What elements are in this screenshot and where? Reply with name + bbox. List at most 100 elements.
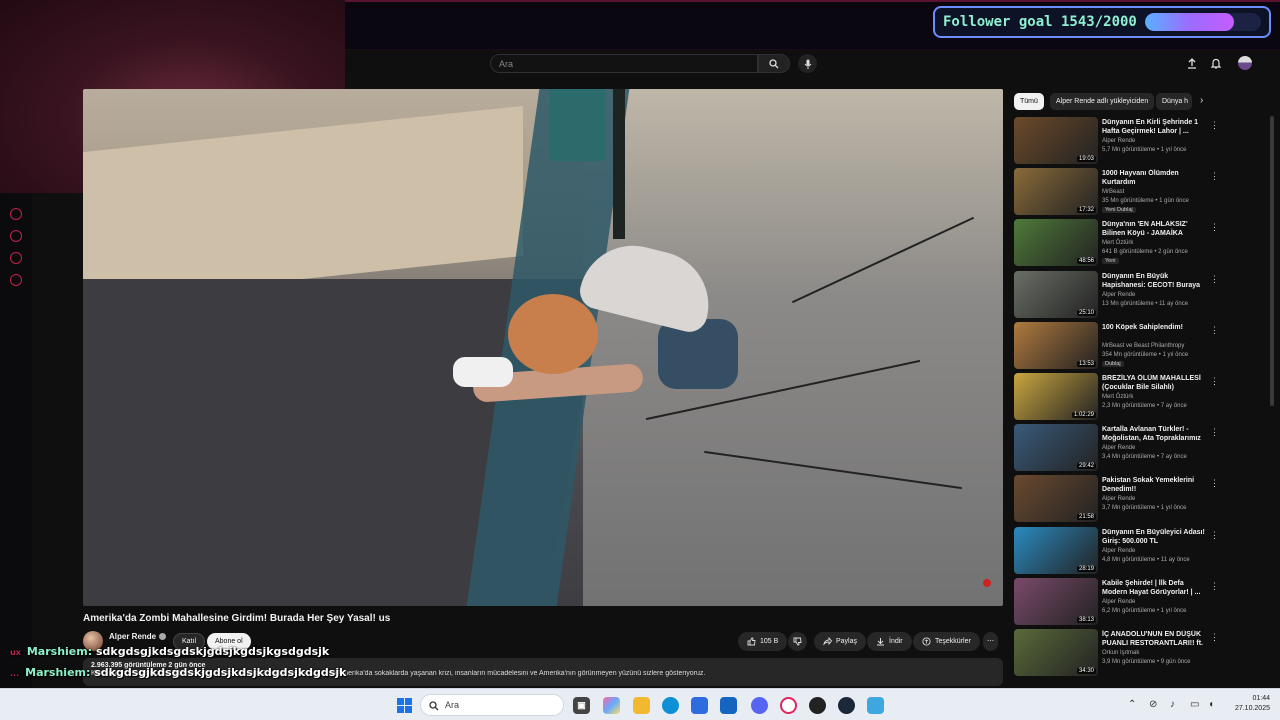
outlook-icon[interactable]	[720, 697, 737, 714]
discord-icon[interactable]	[751, 697, 768, 714]
recommendation-title[interactable]: 1000 Hayvanı Ölümden Kurtardım	[1102, 169, 1206, 187]
opera-icon[interactable]	[780, 697, 797, 714]
recommendation-channel[interactable]: Alper Rende	[1102, 138, 1135, 144]
video-thumbnail[interactable]: 17:32	[1014, 168, 1098, 216]
video-thumbnail[interactable]: 21:58	[1014, 475, 1098, 523]
recommendation-title[interactable]: Pakistan Sokak Yemeklerini Denedim!!	[1102, 476, 1206, 494]
display-icon[interactable]: ▭	[1190, 699, 1199, 710]
more-vert-icon[interactable]: ⋮	[1210, 274, 1219, 285]
recommendation-item[interactable]: 29:42 Kartalla Avlanan Türkler! - Moğolis…	[1014, 423, 1220, 474]
recommendation-title[interactable]: Dünyanın En Büyük Hapishanesi: CECOT! Bu…	[1102, 272, 1206, 290]
like-count: 105 B	[760, 638, 779, 645]
settings-icon[interactable]	[10, 274, 22, 286]
history-icon[interactable]	[10, 230, 22, 242]
file-explorer-icon[interactable]	[633, 697, 650, 714]
recommendation-item[interactable]: 1:02:29 BREZİLYA ÖLÜM MAHALLESİ (Çocuklar…	[1014, 372, 1220, 423]
recommendation-channel[interactable]: MrBeast ve Beast Philanthropy	[1102, 343, 1184, 349]
more-vert-icon[interactable]: ⋮	[1210, 581, 1219, 592]
more-vert-icon[interactable]: ⋮	[1210, 120, 1219, 131]
store-icon[interactable]	[691, 697, 708, 714]
network-off-icon[interactable]: ⊘	[1149, 699, 1157, 710]
video-player[interactable]	[83, 89, 1003, 606]
volume-icon[interactable]: ◖	[1208, 699, 1214, 710]
recommendation-channel[interactable]: Alper Rende	[1102, 292, 1135, 298]
more-actions-button[interactable]: ⋯	[983, 632, 998, 651]
steam-icon[interactable]	[838, 697, 855, 714]
recommendation-item[interactable]: 28:19 Dünyanın En Büyüleyici Adası! Giriş…	[1014, 526, 1220, 577]
download-button[interactable]: İndir	[867, 632, 912, 651]
video-thumbnail[interactable]: 1:02:29	[1014, 372, 1098, 420]
chevron-right-icon[interactable]: ›	[1200, 95, 1203, 106]
recommendation-item[interactable]: 34:30 İÇ ANADOLU'NUN EN DÜŞÜK PUANLI REST…	[1014, 628, 1220, 679]
channel-name[interactable]: Alper Rende	[109, 632, 156, 641]
obs-icon[interactable]	[809, 697, 826, 714]
edge-icon[interactable]	[662, 697, 679, 714]
more-vert-icon[interactable]: ⋮	[1210, 478, 1219, 489]
clock[interactable]: 01:44 27.10.2025	[1226, 694, 1270, 714]
chip-from-uploader[interactable]: Alper Rende adlı yükleyiciden	[1050, 93, 1155, 110]
recommendation-title[interactable]: İÇ ANADOLU'NUN EN DÜŞÜK PUANLI RESTORANT…	[1102, 630, 1206, 648]
more-vert-icon[interactable]: ⋮	[1210, 171, 1219, 182]
chip-all[interactable]: Tümü	[1014, 93, 1044, 110]
start-button[interactable]	[397, 698, 412, 713]
recommendation-channel[interactable]: Alper Rende	[1102, 496, 1135, 502]
recommendation-item[interactable]: 19:03 Dünyanın En Kirli Şehrinde 1 Hafta …	[1014, 116, 1220, 167]
voice-search-button[interactable]	[798, 54, 817, 73]
dislike-button[interactable]	[788, 632, 807, 651]
more-vert-icon[interactable]: ⋮	[1210, 376, 1219, 387]
home-icon[interactable]	[10, 208, 22, 220]
chip-world[interactable]: Dünya h	[1156, 93, 1192, 110]
like-button[interactable]: 105 B	[738, 632, 788, 651]
recommendation-channel[interactable]: Alper Rende	[1102, 599, 1135, 605]
video-thumbnail[interactable]: 34:30	[1014, 628, 1098, 676]
recommendation-channel[interactable]: Orkun Işıtmak	[1102, 650, 1139, 656]
search-button[interactable]	[758, 54, 790, 73]
recommendation-item[interactable]: 48:56 Dünya'nın 'EN AHLAKSIZ' Bilinen Köy…	[1014, 218, 1220, 269]
upload-button[interactable]	[1185, 56, 1199, 70]
thanks-button[interactable]: Teşekkürler	[913, 632, 980, 651]
share-button[interactable]: Paylaş	[814, 632, 867, 651]
video-thumbnail[interactable]: 25:10	[1014, 270, 1098, 318]
recommendation-item[interactable]: 13:53 100 Köpek Sahiplendim! MrBeast ve Be…	[1014, 321, 1220, 372]
recommendation-item[interactable]: 38:13 Kabile Şehirde! | İlk Defa Modern H…	[1014, 577, 1220, 628]
recommendation-item[interactable]: 21:58 Pakistan Sokak Yemeklerini Denedim!…	[1014, 474, 1220, 525]
recommendation-title[interactable]: Kabile Şehirde! | İlk Defa Modern Hayat …	[1102, 579, 1206, 597]
sidebar-scrollbar[interactable]	[1270, 116, 1274, 406]
channel-name-wrap[interactable]: Alper Rende	[109, 632, 167, 641]
task-view-icon[interactable]: ▣	[573, 697, 590, 714]
recommendation-title[interactable]: Dünyanın En Büyüleyici Adası! Giriş: 500…	[1102, 528, 1206, 546]
notifications-button[interactable]	[1209, 56, 1223, 70]
chevron-up-icon[interactable]: ⌃	[1128, 699, 1136, 710]
more-vert-icon[interactable]: ⋮	[1210, 427, 1219, 438]
shorts-icon[interactable]	[10, 252, 22, 264]
more-vert-icon[interactable]: ⋮	[1210, 325, 1219, 336]
copilot-icon[interactable]	[603, 697, 620, 714]
more-vert-icon[interactable]: ⋮	[1210, 632, 1219, 643]
taskbar-search[interactable]: Ara	[420, 694, 564, 716]
recommendation-title[interactable]: Dünya'nın 'EN AHLAKSIZ' Bilinen Köyü - J…	[1102, 220, 1206, 238]
recommendation-title[interactable]: BREZİLYA ÖLÜM MAHALLESİ (Çocuklar Bile S…	[1102, 374, 1206, 392]
video-thumbnail[interactable]: 13:53	[1014, 321, 1098, 369]
video-thumbnail[interactable]: 19:03	[1014, 117, 1098, 164]
video-thumbnail[interactable]: 28:19	[1014, 526, 1098, 574]
recommendation-channel[interactable]: Alper Rende	[1102, 548, 1135, 554]
chat-username: Marshiem:	[25, 666, 91, 679]
recommendation-channel[interactable]: Mert Öztürk	[1102, 240, 1133, 246]
video-thumbnail[interactable]: 48:56	[1014, 219, 1098, 267]
more-vert-icon[interactable]: ⋮	[1210, 222, 1219, 233]
app-icon[interactable]	[867, 697, 884, 714]
recommendation-title[interactable]: Kartalla Avlanan Türkler! - Moğolistan, …	[1102, 425, 1206, 443]
recommendation-item[interactable]: 25:10 Dünyanın En Büyük Hapishanesi: CECO…	[1014, 270, 1220, 321]
youtube-search-input[interactable]: Ara	[490, 54, 758, 73]
recommendation-item[interactable]: 17:32 1000 Hayvanı Ölümden Kurtardım MrBea…	[1014, 167, 1220, 218]
video-thumbnail[interactable]: 38:13	[1014, 577, 1098, 625]
recommendation-title[interactable]: Dünyanın En Kirli Şehrinde 1 Hafta Geçir…	[1102, 118, 1206, 136]
recommendation-channel[interactable]: Alper Rende	[1102, 445, 1135, 451]
recommendation-title[interactable]: 100 Köpek Sahiplendim!	[1102, 323, 1206, 332]
account-avatar[interactable]	[1238, 56, 1252, 70]
video-thumbnail[interactable]: 29:42	[1014, 424, 1098, 472]
recommendation-channel[interactable]: MrBeast	[1102, 189, 1124, 195]
recommendation-channel[interactable]: Mert Öztürk	[1102, 394, 1133, 400]
mic-icon[interactable]: ♪	[1170, 699, 1175, 710]
more-vert-icon[interactable]: ⋮	[1210, 530, 1219, 541]
